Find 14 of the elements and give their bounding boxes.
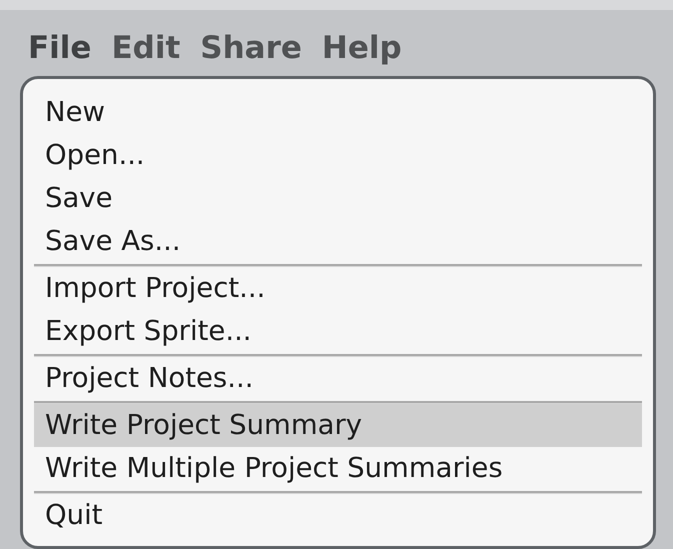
menu-item[interactable]: Quit xyxy=(34,494,642,537)
menu-bar-item[interactable]: Share xyxy=(200,30,302,76)
menu-item[interactable]: Save As... xyxy=(34,220,642,263)
menu-item[interactable]: Write Project Summary xyxy=(34,404,642,447)
menu-bar-item[interactable]: Edit xyxy=(111,30,180,76)
menu-item[interactable]: Write Multiple Project Summaries xyxy=(34,447,642,490)
menu-bar-item[interactable]: File xyxy=(28,30,92,76)
menu-item[interactable]: Import Project... xyxy=(34,267,642,310)
menu-item[interactable]: Export Sprite... xyxy=(34,310,642,353)
menu-item[interactable]: Save xyxy=(34,177,642,220)
menu-item[interactable]: New xyxy=(34,91,642,134)
menu-item[interactable]: Project Notes... xyxy=(34,357,642,400)
menu-item[interactable]: Open... xyxy=(34,134,642,177)
menu-bar-item[interactable]: Help xyxy=(322,30,402,76)
